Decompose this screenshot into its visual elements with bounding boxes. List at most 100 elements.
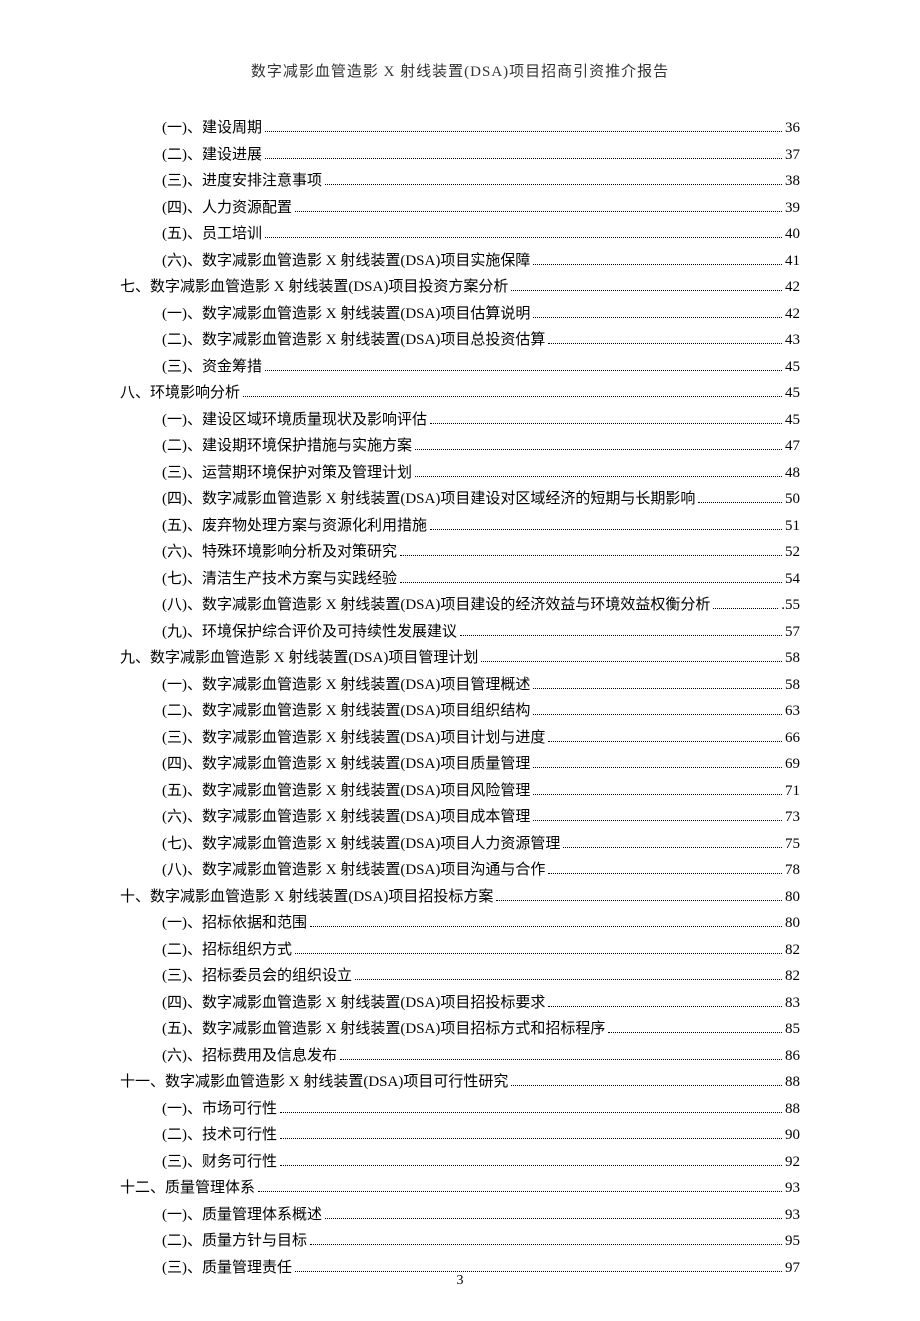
toc-leader-dots (533, 757, 782, 769)
toc-entry-label: (一)、建设周期 (162, 121, 262, 136)
toc-entry: (四)、数字减影血管造影 X 射线装置(DSA)项目质量管理69 (162, 751, 800, 778)
toc-entry-page: 45 (785, 413, 800, 428)
toc-leader-dots (265, 359, 782, 371)
toc-entry-label: (一)、招标依据和范围 (162, 916, 307, 931)
toc-entry: 九、数字减影血管造影 X 射线装置(DSA)项目管理计划 58 (120, 645, 800, 672)
toc-entry-page: 80 (785, 916, 800, 931)
toc-entry-page: 95 (785, 1234, 800, 1249)
toc-entry-page: 45 (785, 386, 800, 401)
toc-entry: 十、数字减影血管造影 X 射线装置(DSA)项目招投标方案80 (120, 884, 800, 911)
toc-entry-page: 36 (785, 121, 800, 136)
toc-entry-page: 78 (785, 863, 800, 878)
toc-leader-dots (548, 730, 782, 742)
toc-entry: (六)、招标费用及信息发布86 (162, 1043, 800, 1070)
toc-leader-dots (430, 412, 782, 424)
toc-entry: (六)、数字减影血管造影 X 射线装置(DSA)项目成本管理 73 (162, 804, 800, 831)
toc-entry: (三)、数字减影血管造影 X 射线装置(DSA)项目计划与进度66 (162, 725, 800, 752)
toc-entry-label: (一)、市场可行性 (162, 1102, 277, 1117)
toc-leader-dots (713, 598, 778, 610)
toc-entry-label: (四)、数字减影血管造影 X 射线装置(DSA)项目招投标要求 (162, 996, 545, 1011)
toc-entry-page: 82 (785, 943, 800, 958)
toc-entry: (二)、数字减影血管造影 X 射线装置(DSA)项目组织结构63 (162, 698, 800, 725)
toc-entry: (五)、数字减影血管造影 X 射线装置(DSA)项目风险管理 71 (162, 778, 800, 805)
toc-entry-label: 九、数字减影血管造影 X 射线装置(DSA)项目管理计划 (120, 651, 478, 666)
toc-entry-page: 83 (785, 996, 800, 1011)
toc-entry-page: 85 (785, 1022, 800, 1037)
toc-entry-label: (八)、数字减影血管造影 X 射线装置(DSA)项目沟通与合作 (162, 863, 545, 878)
toc-entry-label: (一)、数字减影血管造影 X 射线装置(DSA)项目管理概述 (162, 678, 530, 693)
toc-leader-dots (430, 518, 782, 530)
toc-entry-label: (一)、建设区域环境质量现状及影响评估 (162, 413, 427, 428)
toc-entry-label: (五)、废弃物处理方案与资源化利用措施 (162, 519, 427, 534)
toc-entry-label: (二)、招标组织方式 (162, 943, 292, 958)
toc-leader-dots (533, 253, 782, 265)
toc-leader-dots (533, 704, 782, 716)
toc-entry: (五)、员工培训40 (162, 221, 800, 248)
toc-entry: (二)、建设进展37 (162, 142, 800, 169)
toc-entry: (五)、废弃物处理方案与资源化利用措施51 (162, 513, 800, 540)
toc-entry-label: (四)、数字减影血管造影 X 射线装置(DSA)项目建设对区域经济的短期与长期影… (162, 492, 695, 507)
toc-entry-page: 38 (785, 174, 800, 189)
toc-entry-page: 39 (785, 201, 800, 216)
document-page: 数字减影血管造影 X 射线装置(DSA)项目招商引资推介报告 (一)、建设周期 3… (0, 0, 920, 1321)
toc-leader-dots (496, 889, 782, 901)
toc-entry-label: (八)、数字减影血管造影 X 射线装置(DSA)项目建设的经济效益与环境效益权衡… (162, 598, 710, 613)
toc-entry: (二)、数字减影血管造影 X 射线装置(DSA)项目总投资估算 43 (162, 327, 800, 354)
page-number: 3 (0, 1273, 920, 1289)
toc-entry-page: 93 (785, 1181, 800, 1196)
toc-entry-label: (二)、质量方针与目标 (162, 1234, 307, 1249)
toc-entry-page: 50 (785, 492, 800, 507)
toc-leader-dots (533, 810, 782, 822)
page-header-title: 数字减影血管造影 X 射线装置(DSA)项目招商引资推介报告 (120, 60, 800, 81)
toc-leader-dots (563, 836, 782, 848)
toc-entry-page: 40 (785, 227, 800, 242)
toc-entry: (四)、人力资源配置39 (162, 195, 800, 222)
toc-entry-page: 58 (785, 678, 800, 693)
toc-leader-dots (355, 969, 782, 981)
toc-entry-page: 54 (785, 572, 800, 587)
toc-entry-label: (六)、招标费用及信息发布 (162, 1049, 337, 1064)
toc-leader-dots (265, 147, 782, 159)
toc-entry: (八)、数字减影血管造影 X 射线装置(DSA)项目建设的经济效益与环境效益权衡… (162, 592, 800, 619)
toc-leader-dots (511, 1075, 782, 1087)
toc-entry: 八、环境影响分析45 (120, 380, 800, 407)
toc-leader-dots (533, 306, 782, 318)
toc-entry-label: (一)、数字减影血管造影 X 射线装置(DSA)项目估算说明 (162, 307, 530, 322)
toc-leader-dots (280, 1128, 782, 1140)
toc-entry-page: 42 (785, 307, 800, 322)
toc-entry-page: 42 (785, 280, 800, 295)
toc-entry: (七)、清洁生产技术方案与实践经验54 (162, 566, 800, 593)
toc-entry-label: (六)、数字减影血管造影 X 射线装置(DSA)项目实施保障 (162, 254, 530, 269)
toc-entry-label: (三)、资金筹措 (162, 360, 262, 375)
toc-entry-page: 73 (785, 810, 800, 825)
toc-entry-page: 47 (785, 439, 800, 454)
toc-entry-label: 十二、质量管理体系 (120, 1181, 255, 1196)
toc-entry: (一)、建设周期 36 (162, 115, 800, 142)
toc-entry: (二)、质量方针与目标 95 (162, 1228, 800, 1255)
toc-entry-label: (二)、建设期环境保护措施与实施方案 (162, 439, 412, 454)
toc-entry-page: .55 (781, 598, 800, 613)
toc-entry-label: (九)、环境保护综合评价及可持续性发展建议 (162, 625, 457, 640)
toc-entry-label: (三)、数字减影血管造影 X 射线装置(DSA)项目计划与进度 (162, 731, 545, 746)
toc-entry: (二)、建设期环境保护措施与实施方案 47 (162, 433, 800, 460)
toc-entry-label: 十一、数字减影血管造影 X 射线装置(DSA)项目可行性研究 (120, 1075, 508, 1090)
toc-leader-dots (698, 492, 782, 504)
toc-entry: (四)、数字减影血管造影 X 射线装置(DSA)项目建设对区域经济的短期与长期影… (162, 486, 800, 513)
toc-entry: 十一、数字减影血管造影 X 射线装置(DSA)项目可行性研究 88 (120, 1069, 800, 1096)
toc-entry-label: (二)、数字减影血管造影 X 射线装置(DSA)项目总投资估算 (162, 333, 545, 348)
toc-leader-dots (400, 571, 782, 583)
toc-entry: (三)、招标委员会的组织设立82 (162, 963, 800, 990)
toc-entry-page: 58 (785, 651, 800, 666)
toc-entry-page: 93 (785, 1208, 800, 1223)
toc-leader-dots (415, 439, 782, 451)
toc-entry: (九)、环境保护综合评价及可持续性发展建议 57 (162, 619, 800, 646)
toc-entry-page: 57 (785, 625, 800, 640)
toc-entry-label: 七、数字减影血管造影 X 射线装置(DSA)项目投资方案分析 (120, 280, 508, 295)
toc-entry-page: 71 (785, 784, 800, 799)
toc-leader-dots (533, 677, 782, 689)
toc-entry-label: (六)、数字减影血管造影 X 射线装置(DSA)项目成本管理 (162, 810, 530, 825)
toc-entry-page: 48 (785, 466, 800, 481)
toc-entry-label: (五)、数字减影血管造影 X 射线装置(DSA)项目风险管理 (162, 784, 530, 799)
toc-entry-page: 88 (785, 1075, 800, 1090)
toc-entry-page: 43 (785, 333, 800, 348)
